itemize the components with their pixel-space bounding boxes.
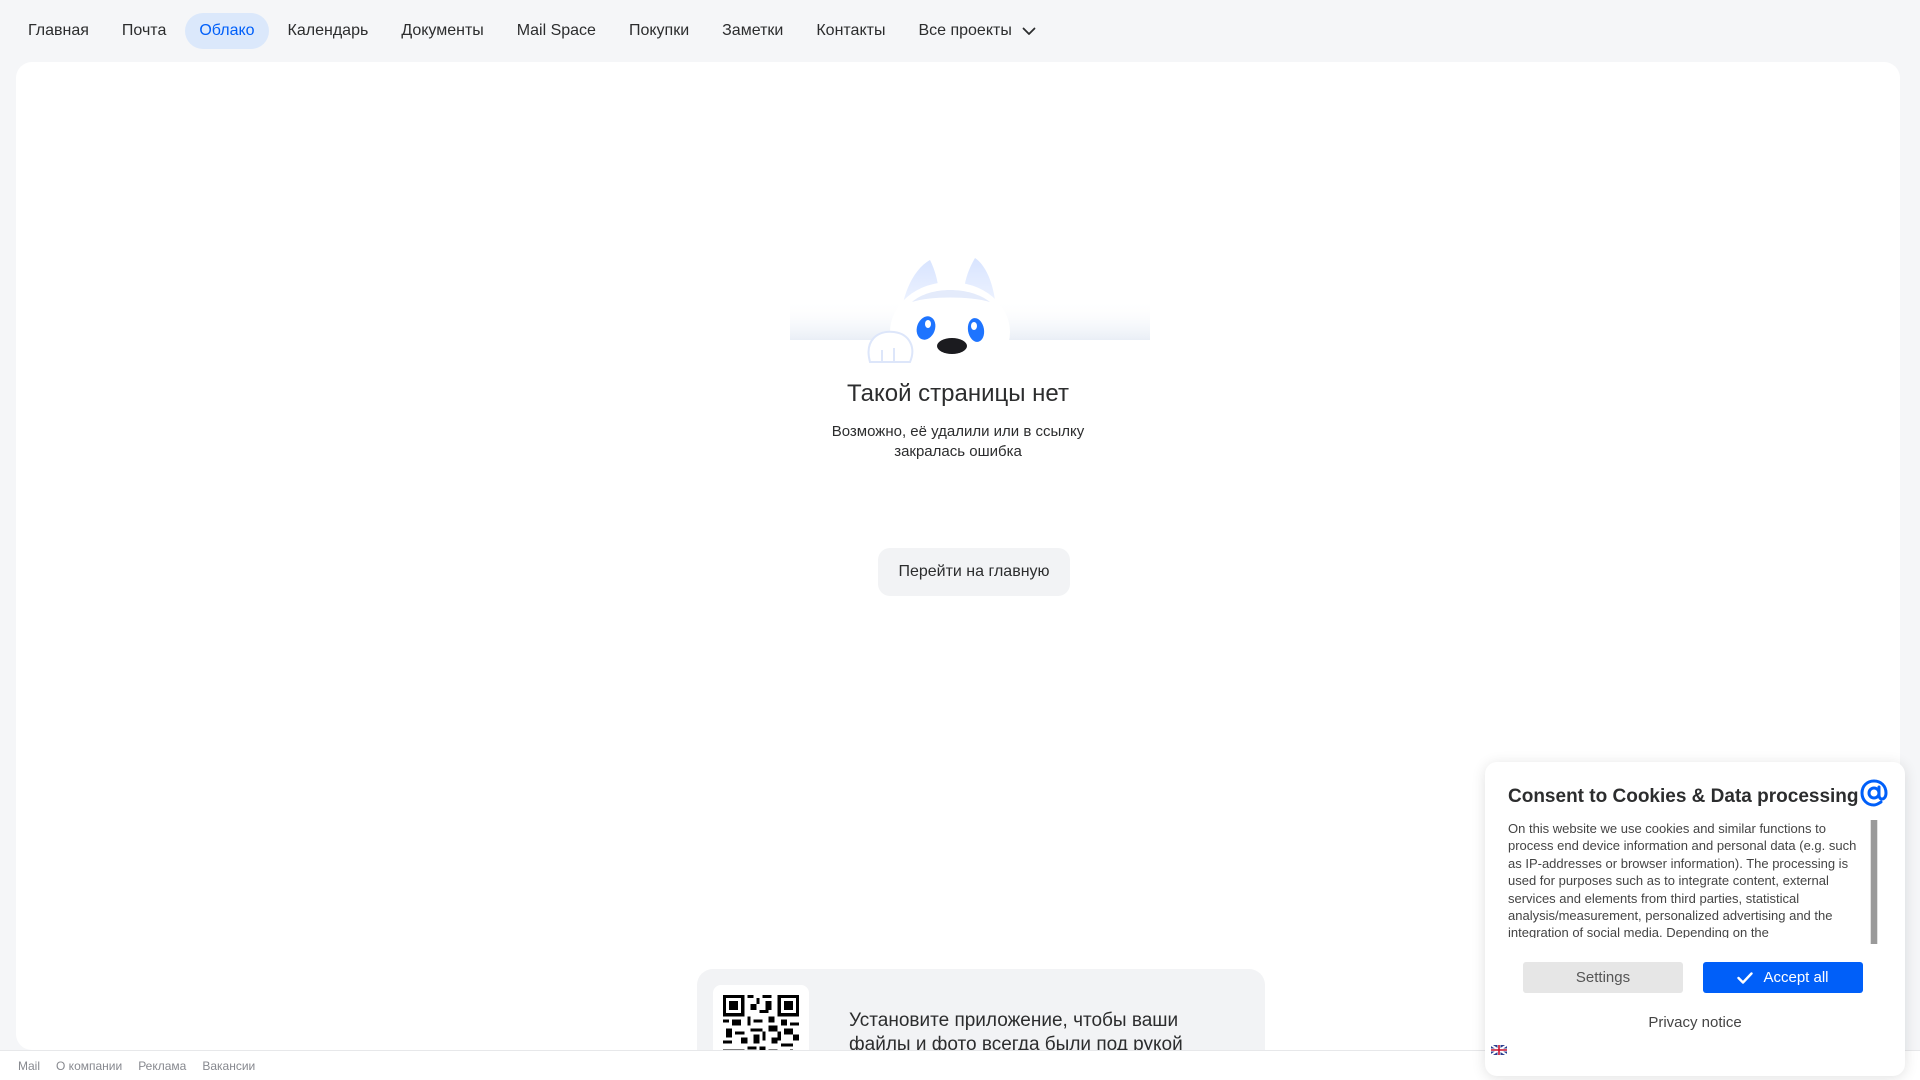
nav-item-notes[interactable]: Заметки (708, 13, 797, 49)
cookie-accept-all-button[interactable]: Accept all (1703, 962, 1863, 993)
at-sign-icon (1857, 776, 1891, 815)
nav-item-mail-space[interactable]: Mail Space (503, 13, 610, 49)
error-description: Возможно, её удалили или в ссылку закрал… (831, 423, 1085, 460)
all-projects-label: Все проекты (918, 22, 1012, 39)
footer-link-mail[interactable]: Mail (18, 1059, 40, 1073)
cookie-text-scrollbar[interactable] (1870, 820, 1878, 944)
error-title: Такой страницы нет (847, 380, 1069, 407)
nav-item-calendar[interactable]: Календарь (274, 13, 383, 49)
language-flag-icon[interactable] (1490, 1042, 1508, 1060)
top-navigation: Главная Почта Облако Календарь Документы… (0, 0, 1920, 62)
cookie-consent-text: On this website we use cookies and simil… (1508, 821, 1857, 938)
footer-link-jobs[interactable]: Вакансии (202, 1059, 255, 1073)
checkmark-icon (1737, 971, 1754, 984)
privacy-notice-link[interactable]: Privacy notice (1485, 1014, 1905, 1031)
nav-item-shopping[interactable]: Покупки (615, 13, 703, 49)
accept-all-label: Accept all (1763, 969, 1829, 986)
nav-item-contacts[interactable]: Контакты (802, 13, 899, 49)
footer-link-ads[interactable]: Реклама (138, 1059, 186, 1073)
chevron-down-icon (1022, 27, 1036, 36)
cookie-consent-dialog: Consent to Cookies & Data processing On … (1485, 762, 1905, 1076)
cookie-settings-button[interactable]: Settings (1523, 962, 1683, 993)
nav-item-documents[interactable]: Документы (387, 13, 497, 49)
scrollbar-thumb[interactable] (1871, 820, 1877, 944)
sad-dog-mascot-illustration (790, 240, 1150, 382)
go-home-button[interactable]: Перейти на главную (878, 548, 1070, 596)
nav-item-home[interactable]: Главная (14, 13, 103, 49)
nav-item-mail[interactable]: Почта (108, 13, 180, 49)
nav-item-all-projects[interactable]: Все проекты (904, 13, 1049, 49)
nav-item-cloud[interactable]: Облако (185, 13, 269, 49)
cookie-consent-title: Consent to Cookies & Data processing (1508, 786, 1859, 807)
footer-link-about[interactable]: О компании (56, 1059, 122, 1073)
